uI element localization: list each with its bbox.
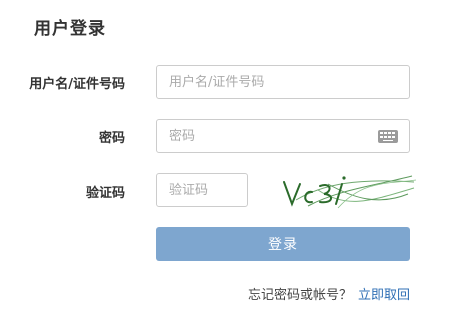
retrieve-now-link[interactable]: 立即取回 (358, 288, 410, 303)
password-input[interactable] (157, 120, 409, 152)
username-label: 用户名/证件号码 (29, 77, 125, 92)
captcha-label: 验证码 (85, 186, 125, 201)
login-button[interactable]: 登录 (156, 227, 410, 261)
captcha-image[interactable] (278, 170, 418, 214)
username-field-box (156, 65, 410, 99)
login-panel: 用户登录 用户名/证件号码 密码 验证码 (0, 0, 459, 321)
password-label: 密码 (98, 131, 125, 146)
forgot-question: 忘记密码或帐号？ (247, 288, 352, 303)
username-input[interactable] (157, 66, 409, 98)
password-field-box (156, 119, 410, 153)
captcha-field-box (156, 173, 248, 207)
forgot-account-row: 忘记密码或帐号？ 立即取回 (248, 284, 410, 303)
captcha-input[interactable] (157, 174, 247, 206)
keyboard-icon[interactable] (378, 130, 398, 143)
page-title: 用户登录 (34, 19, 106, 39)
